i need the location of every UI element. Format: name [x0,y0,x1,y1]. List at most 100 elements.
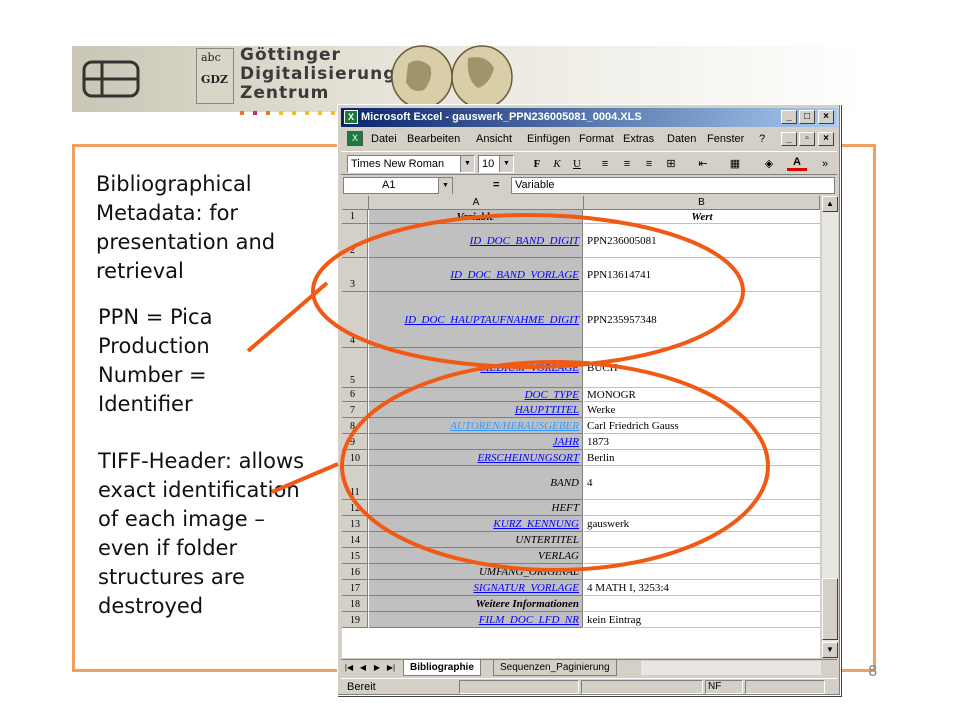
row-header[interactable]: 18 [342,596,368,612]
menu-datei[interactable]: Datei [371,133,397,145]
vertical-scrollbar[interactable]: ▲ ▼ [822,196,838,658]
select-all-corner[interactable] [342,196,369,210]
cell-variable[interactable]: SIGNATUR_VORLAGE [369,580,583,596]
tab-bibliographie[interactable]: Bibliographie [403,660,481,676]
cell-value[interactable] [584,548,820,564]
bold-icon[interactable]: F [527,156,547,173]
row-header[interactable]: 9 [342,434,368,450]
toolbar-more-icon[interactable]: » [815,156,835,173]
row-header[interactable]: 7 [342,402,368,418]
cell-variable[interactable]: HEFT [369,500,583,516]
row-header[interactable]: 15 [342,548,368,564]
first-sheet-icon[interactable]: |◀ [343,661,355,675]
scroll-up-icon[interactable]: ▲ [822,196,838,212]
menu-ansicht[interactable]: Ansicht [476,133,512,145]
cell-variable[interactable]: ID_DOC_BAND_DIGIT [369,224,583,258]
menu-extras[interactable]: Extras [623,133,654,145]
close-button[interactable]: × [818,110,834,124]
cell-variable[interactable]: FILM_DOC_LFD_NR [369,612,583,628]
menu-help[interactable]: ? [759,133,765,145]
font-name-dropdown-icon[interactable]: ▼ [460,156,474,172]
align-right-icon[interactable]: ≡ [639,156,659,173]
cell-variable[interactable]: Variable [369,210,583,224]
row-header[interactable]: 2 [342,224,368,258]
align-center-icon[interactable]: ≡ [617,156,637,173]
cell-value[interactable] [584,564,820,580]
doc-minimize-button[interactable]: _ [781,132,797,146]
cell-variable[interactable]: BAND [369,466,583,500]
cell-value[interactable]: Werke [584,402,820,418]
cell-value[interactable]: kein Eintrag [584,612,820,628]
menu-bearbeiten[interactable]: Bearbeiten [407,133,460,145]
menu-einfuegen[interactable]: Einfügen [527,133,570,145]
cell-variable[interactable]: AUTOREN/HERAUSGEBER [369,418,583,434]
row-header[interactable]: 3 [342,258,368,292]
fill-color-icon[interactable]: ◈ [759,156,779,173]
column-header-a[interactable]: A [369,196,584,210]
underline-icon[interactable]: U [567,156,587,173]
cell-value[interactable]: BUCH [584,348,820,388]
formula-equals-icon[interactable]: = [493,177,499,194]
cell-variable[interactable]: JAHR [369,434,583,450]
minimize-button[interactable]: _ [781,110,797,124]
cell-variable[interactable]: DOC_TYPE [369,388,583,402]
row-header[interactable]: 1 [342,210,368,224]
row-header[interactable]: 14 [342,532,368,548]
font-name-select[interactable]: Times New Roman ▼ [347,155,475,173]
next-sheet-icon[interactable]: ▶ [371,661,383,675]
cell-variable[interactable]: Weitere Informationen [369,596,583,612]
decrease-indent-icon[interactable]: ⇤ [693,156,713,173]
vertical-scroll-thumb[interactable] [822,578,838,640]
font-color-icon[interactable]: A [787,156,807,171]
cell-variable[interactable]: HAUPTTITEL [369,402,583,418]
italic-icon[interactable]: K [547,156,567,173]
cell-value[interactable] [584,596,820,612]
cell-value[interactable]: Wert [584,210,820,224]
cell-value[interactable]: 4 [584,466,820,500]
borders-icon[interactable]: ▦ [725,156,745,173]
row-header[interactable]: 13 [342,516,368,532]
scroll-down-icon[interactable]: ▼ [822,642,838,658]
menu-format[interactable]: Format [579,133,614,145]
cell-value[interactable]: gauswerk [584,516,820,532]
cell-variable[interactable]: VERLAG [369,548,583,564]
row-header[interactable]: 4 [342,292,368,348]
cell-variable[interactable]: ERSCHEINUNGSORT [369,450,583,466]
cell-value[interactable]: MONOGR [584,388,820,402]
cell-value[interactable]: PPN236005081 [584,224,820,258]
cell-value[interactable]: 4 MATH I, 3253:4 [584,580,820,596]
row-header[interactable]: 8 [342,418,368,434]
row-header[interactable]: 12 [342,500,368,516]
formula-input[interactable]: Variable [511,177,835,194]
column-header-b[interactable]: B [584,196,820,210]
row-header[interactable]: 5 [342,348,368,388]
prev-sheet-icon[interactable]: ◀ [357,661,369,675]
doc-restore-button[interactable]: ▫ [799,132,815,146]
align-left-icon[interactable]: ≡ [595,156,615,173]
cell-value[interactable]: Berlin [584,450,820,466]
row-header[interactable]: 6 [342,388,368,402]
cell-variable[interactable]: UMFANG_ORIGINAL [369,564,583,580]
cell-variable[interactable]: ID_DOC_HAUPTAUFNAHME_DIGIT [369,292,583,348]
cell-variable[interactable]: UNTERTITEL [369,532,583,548]
name-box[interactable]: A1 ▼ [343,177,453,194]
cell-variable[interactable]: KURZ_KENNUNG [369,516,583,532]
row-header[interactable]: 19 [342,612,368,628]
name-box-dropdown-icon[interactable]: ▼ [438,178,452,194]
cell-value[interactable]: Carl Friedrich Gauss [584,418,820,434]
excel-app-icon[interactable]: X [344,110,358,124]
font-size-select[interactable]: 10 ▼ [478,155,514,173]
cell-variable[interactable]: ID_DOC_BAND_VORLAGE [369,258,583,292]
row-header[interactable]: 17 [342,580,368,596]
workbook-icon[interactable]: X [347,131,363,146]
excel-title-bar[interactable]: X Microsoft Excel - gauswerk_PPN23600508… [341,108,837,127]
cell-value[interactable]: 1873 [584,434,820,450]
cell-value[interactable]: PPN235957348 [584,292,820,348]
maximize-button[interactable]: □ [799,110,815,124]
row-header[interactable]: 16 [342,564,368,580]
horizontal-scrollbar[interactable] [641,661,821,675]
cell-value[interactable]: PPN13614741 [584,258,820,292]
tab-sequenzen-paginierung[interactable]: Sequenzen_Paginierung [493,660,617,676]
menu-daten[interactable]: Daten [667,133,696,145]
cell-variable[interactable]: MEDIUM_VORLAGE [369,348,583,388]
